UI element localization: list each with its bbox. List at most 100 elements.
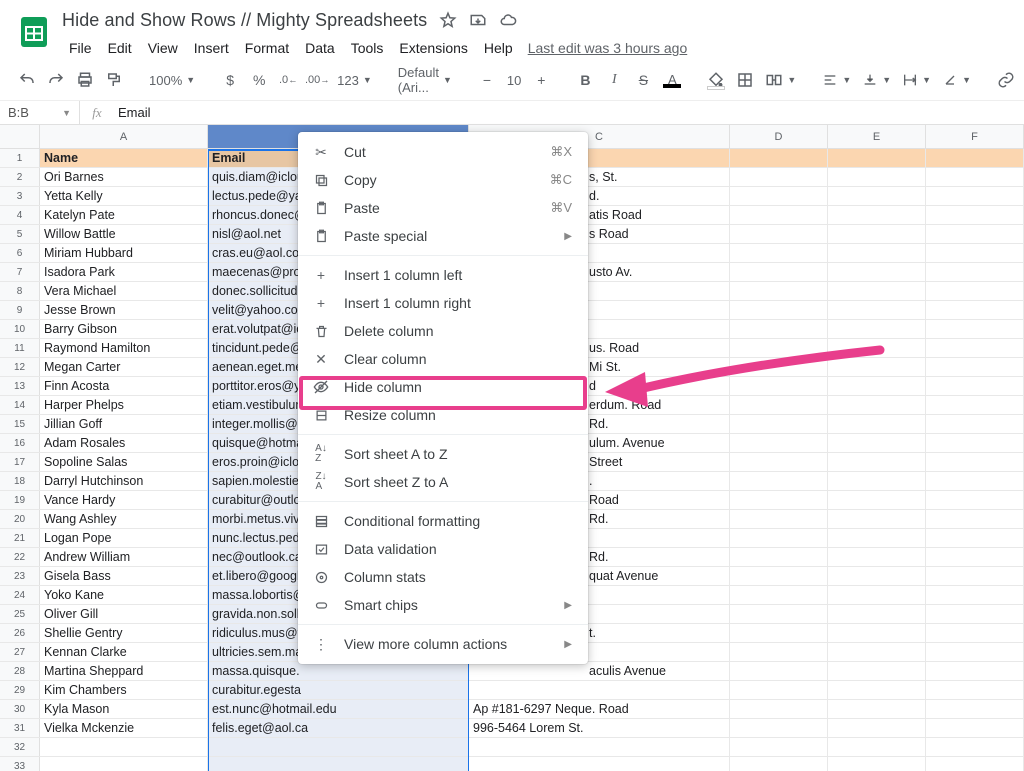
cell[interactable]	[828, 168, 926, 186]
cell[interactable]	[828, 187, 926, 205]
ctx-more-actions[interactable]: ⋮View more column actions▶	[298, 630, 588, 658]
cell[interactable]	[926, 605, 1024, 623]
cell[interactable]: Jesse Brown	[40, 301, 208, 319]
cell[interactable]: aculis Avenue	[469, 662, 730, 680]
cell[interactable]: felis.eget@aol.ca	[208, 719, 469, 737]
cell[interactable]	[40, 757, 208, 771]
cell[interactable]: Name	[40, 149, 208, 167]
cell[interactable]	[828, 206, 926, 224]
cell[interactable]	[828, 662, 926, 680]
row-header[interactable]: 33	[0, 757, 40, 771]
move-icon[interactable]	[469, 11, 487, 29]
cell[interactable]	[926, 567, 1024, 585]
row-header[interactable]: 7	[0, 263, 40, 281]
italic-button[interactable]: I	[601, 67, 627, 93]
cell[interactable]	[926, 415, 1024, 433]
cell[interactable]	[828, 358, 926, 376]
cell[interactable]	[926, 453, 1024, 471]
cell[interactable]	[926, 320, 1024, 338]
cell[interactable]: Adam Rosales	[40, 434, 208, 452]
row-header[interactable]: 6	[0, 244, 40, 262]
ctx-insert-right[interactable]: +Insert 1 column right	[298, 289, 588, 317]
row-header[interactable]: 32	[0, 738, 40, 756]
text-color-button[interactable]: A	[659, 67, 685, 93]
row-header[interactable]: 2	[0, 168, 40, 186]
ctx-data-validation[interactable]: Data validation	[298, 535, 588, 563]
cell[interactable]: Katelyn Pate	[40, 206, 208, 224]
cell[interactable]	[730, 282, 828, 300]
cell[interactable]	[730, 738, 828, 756]
cell[interactable]: Kim Chambers	[40, 681, 208, 699]
cell[interactable]: Isadora Park	[40, 263, 208, 281]
cell[interactable]	[926, 339, 1024, 357]
row-header[interactable]: 26	[0, 624, 40, 642]
cell[interactable]: Vielka Mckenzie	[40, 719, 208, 737]
cell[interactable]	[926, 643, 1024, 661]
cell[interactable]: Ap #181-6297 Neque. Road	[469, 700, 730, 718]
link-icon[interactable]	[993, 67, 1019, 93]
row-header[interactable]: 4	[0, 206, 40, 224]
document-title[interactable]: Hide and Show Rows // Mighty Spreadsheet…	[62, 10, 427, 31]
row-header[interactable]: 31	[0, 719, 40, 737]
menu-format[interactable]: Format	[238, 36, 296, 60]
cell[interactable]: Shellie Gentry	[40, 624, 208, 642]
font-select[interactable]: Default (Ari...▼	[394, 65, 456, 95]
cell[interactable]	[828, 434, 926, 452]
col-header-a[interactable]: A	[40, 125, 208, 148]
cell[interactable]	[730, 358, 828, 376]
cell[interactable]	[828, 320, 926, 338]
row-header[interactable]: 19	[0, 491, 40, 509]
menu-data[interactable]: Data	[298, 36, 342, 60]
row-header[interactable]: 22	[0, 548, 40, 566]
cell[interactable]	[208, 738, 469, 756]
menu-tools[interactable]: Tools	[344, 36, 391, 60]
cell[interactable]	[926, 282, 1024, 300]
row-header[interactable]: 8	[0, 282, 40, 300]
font-smaller-button[interactable]: −	[474, 67, 500, 93]
ctx-copy[interactable]: Copy⌘C	[298, 166, 588, 194]
cell[interactable]	[730, 624, 828, 642]
cell[interactable]: Logan Pope	[40, 529, 208, 547]
cell[interactable]	[828, 567, 926, 585]
cell[interactable]	[926, 662, 1024, 680]
cell[interactable]	[828, 700, 926, 718]
cell[interactable]: 996-5464 Lorem St.	[469, 719, 730, 737]
cell[interactable]	[730, 548, 828, 566]
cell[interactable]	[469, 738, 730, 756]
strike-button[interactable]: S	[630, 67, 656, 93]
col-header-e[interactable]: E	[828, 125, 926, 148]
cell[interactable]	[926, 491, 1024, 509]
cell[interactable]: Vance Hardy	[40, 491, 208, 509]
row-header[interactable]: 27	[0, 643, 40, 661]
menu-view[interactable]: View	[141, 36, 185, 60]
cell[interactable]	[828, 396, 926, 414]
fill-color-button[interactable]	[703, 67, 729, 93]
cell[interactable]	[828, 510, 926, 528]
wrap-button[interactable]: ▼	[898, 72, 935, 88]
merge-button[interactable]: ▼	[761, 71, 800, 89]
menu-insert[interactable]: Insert	[187, 36, 236, 60]
cell[interactable]	[926, 548, 1024, 566]
ctx-clear-column[interactable]: ✕Clear column	[298, 345, 588, 373]
cell[interactable]	[730, 168, 828, 186]
cell[interactable]	[828, 529, 926, 547]
cell[interactable]	[926, 377, 1024, 395]
cell[interactable]	[730, 415, 828, 433]
cell[interactable]: Raymond Hamilton	[40, 339, 208, 357]
cell[interactable]	[730, 662, 828, 680]
borders-button[interactable]	[732, 67, 758, 93]
menu-edit[interactable]: Edit	[101, 36, 139, 60]
cell[interactable]	[828, 377, 926, 395]
row-header[interactable]: 14	[0, 396, 40, 414]
cell[interactable]	[926, 358, 1024, 376]
row-header[interactable]: 28	[0, 662, 40, 680]
cell[interactable]	[926, 719, 1024, 737]
row-header[interactable]: 3	[0, 187, 40, 205]
sheets-icon[interactable]	[14, 8, 54, 56]
number-format-select[interactable]: 123▼	[333, 73, 376, 88]
cell[interactable]	[926, 434, 1024, 452]
ctx-smart-chips[interactable]: Smart chips▶	[298, 591, 588, 619]
cell[interactable]: Kyla Mason	[40, 700, 208, 718]
cell[interactable]: Barry Gibson	[40, 320, 208, 338]
cell[interactable]: Harper Phelps	[40, 396, 208, 414]
